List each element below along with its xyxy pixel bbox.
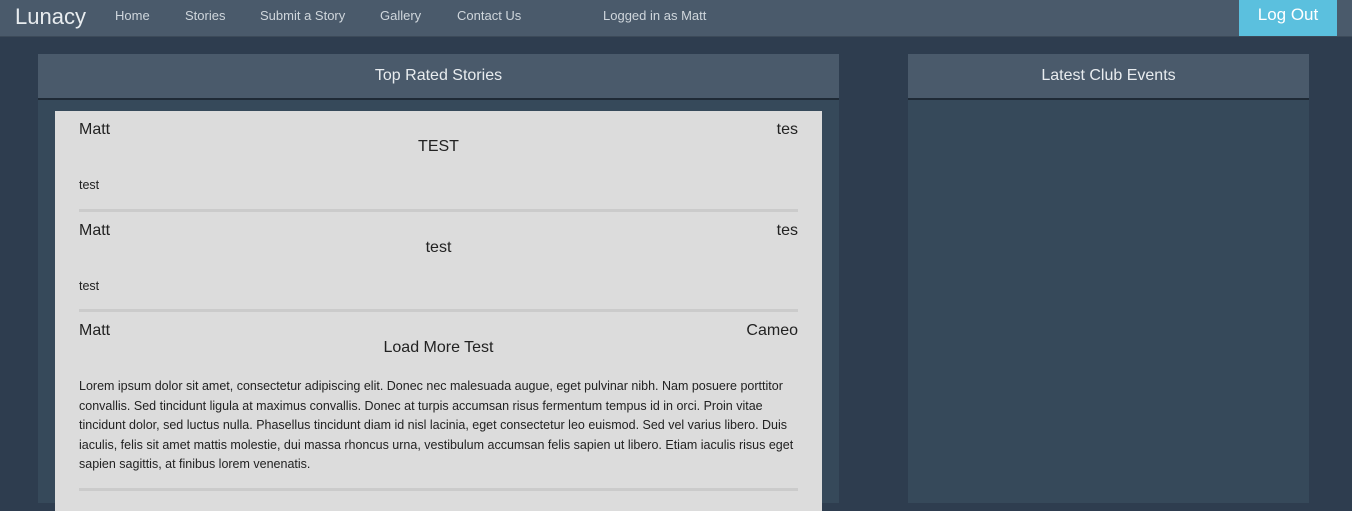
nav-stories[interactable]: Stories [185,8,225,23]
latest-club-events-panel: Latest Club Events [908,54,1309,503]
story-item[interactable]: Matt Cameo Load More Test Lorem ipsum do… [79,312,798,491]
story-title: TEST [418,138,459,155]
story-category: Cameo [746,322,798,339]
story-body: Lorem ipsum dolor sit amet, consectetur … [79,379,794,471]
story-author: Matt [79,322,111,339]
logout-button[interactable]: Log Out [1239,0,1337,36]
story-author: Matt [79,221,111,239]
story-body: test [79,178,100,192]
stories-list: Matt tes TEST test Matt tes test test Ma… [55,111,822,511]
story-title: Load More Test [383,339,494,356]
story-item[interactable]: Matt tes test test [79,212,798,312]
story-author: Matt [79,121,111,138]
nav-home[interactable]: Home [115,8,150,23]
story-category: tes [776,221,798,239]
brand-logo[interactable]: Lunacy [15,4,86,30]
top-rated-stories-panel: Top Rated Stories Matt tes TEST test Mat… [38,54,839,511]
panel-title: Latest Club Events [908,54,1309,100]
nav-submit-story[interactable]: Submit a Story [260,8,345,23]
panel-title: Top Rated Stories [38,54,839,100]
story-category: tes [776,121,798,138]
story-body: test [79,278,100,293]
nav-contact-us[interactable]: Contact Us [457,8,521,23]
logged-in-status: Logged in as Matt [603,8,707,23]
nav-gallery[interactable]: Gallery [380,8,421,23]
navbar: Lunacy Home Stories Submit a Story Galle… [0,0,1352,37]
story-item[interactable]: Matt tes TEST test [79,111,798,212]
story-title: test [425,238,452,256]
